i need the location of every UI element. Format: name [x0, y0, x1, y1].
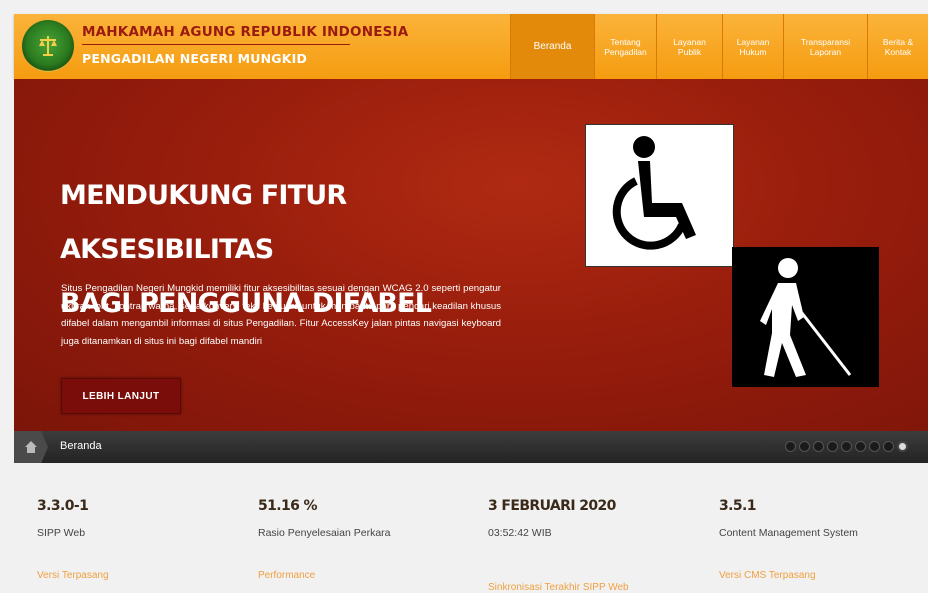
nav-beranda[interactable]: Beranda — [510, 14, 594, 79]
hero-slider: MENDUKUNG FITUR AKSESIBILITAS BAGI PENGG… — [14, 79, 928, 431]
nav-label: Berita & Kontak — [882, 36, 914, 57]
slider-dot-4[interactable] — [827, 441, 838, 452]
org-name-bottom[interactable]: PENGADILAN NEGERI MUNGKID — [82, 51, 307, 66]
stat-value: 51.16 % — [258, 498, 318, 514]
slider-pagination — [785, 441, 908, 452]
slider-dot-1[interactable] — [785, 441, 796, 452]
slider-dot-5[interactable] — [841, 441, 852, 452]
org-name-top[interactable]: MAHKAMAH AGUNG REPUBLIK INDONESIA — [82, 24, 408, 40]
blind-person-icon — [760, 258, 852, 377]
slider-dot-7[interactable] — [869, 441, 880, 452]
blind-person-image — [732, 247, 879, 387]
stat-label: 03:52:42 WIB — [488, 527, 552, 539]
nav-layanan-publik[interactable]: Layanan Publik — [656, 14, 722, 79]
stat-link[interactable]: Performance — [258, 570, 315, 581]
nav-tentang-pengadilan[interactable]: Tentang Pengadilan — [594, 14, 656, 79]
slider-dot-2[interactable] — [799, 441, 810, 452]
wheelchair-icon — [612, 136, 696, 250]
top-strip — [0, 0, 928, 14]
breadcrumb-current: Beranda — [60, 440, 102, 452]
read-more-button[interactable]: LEBIH LANJUT — [61, 378, 181, 414]
hero-title-line1: MENDUKUNG FITUR AKSESIBILITAS — [60, 180, 347, 265]
nav-transparansi-laporan[interactable]: Transparansi Laporan — [783, 14, 867, 79]
slider-dot-3[interactable] — [813, 441, 824, 452]
main-nav: Beranda Tentang Pengadilan Layanan Publi… — [510, 14, 928, 79]
hero-description: Situs Pengadilan Negeri Mungkid memiliki… — [61, 283, 501, 347]
stat-value: 3 FEBRUARI 2020 — [488, 498, 616, 514]
nav-label: Tentang Pengadilan — [604, 36, 647, 57]
stat-label: Content Management System — [719, 527, 858, 539]
stat-value: 3.5.1 — [719, 498, 756, 514]
stat-link[interactable]: Versi Terpasang — [37, 570, 109, 581]
nav-layanan-hukum[interactable]: Layanan Hukum — [722, 14, 783, 79]
breadcrumb-bar: Beranda — [14, 431, 928, 463]
nav-label: Layanan Hukum — [736, 36, 770, 57]
slider-dot-9[interactable] — [897, 441, 908, 452]
court-logo[interactable] — [22, 20, 74, 72]
wheelchair-image — [585, 124, 734, 267]
stat-link[interactable]: Versi CMS Terpasang — [719, 570, 816, 581]
stat-link[interactable]: Sinkronisasi Terakhir SIPP Web — [488, 582, 629, 593]
slider-dot-8[interactable] — [883, 441, 894, 452]
nav-berita-kontak[interactable]: Berita & Kontak — [867, 14, 928, 79]
home-icon — [25, 441, 37, 453]
stats-panel: 3.3.0-1 SIPP Web Versi Terpasang 51.16 %… — [0, 463, 928, 593]
stat-value: 3.3.0-1 — [37, 498, 89, 514]
stat-label: Rasio Penyelesaian Perkara — [258, 527, 391, 539]
org-divider — [82, 44, 350, 45]
nav-label: Layanan Publik — [673, 36, 706, 57]
nav-label: Beranda — [533, 40, 572, 52]
site-header: MAHKAMAH AGUNG REPUBLIK INDONESIA PENGAD… — [14, 14, 928, 79]
nav-label: Transparansi Laporan — [800, 36, 851, 57]
slider-dot-6[interactable] — [855, 441, 866, 452]
home-tab[interactable] — [14, 431, 48, 463]
scale-emblem-icon — [39, 36, 57, 56]
stat-label: SIPP Web — [37, 527, 86, 539]
